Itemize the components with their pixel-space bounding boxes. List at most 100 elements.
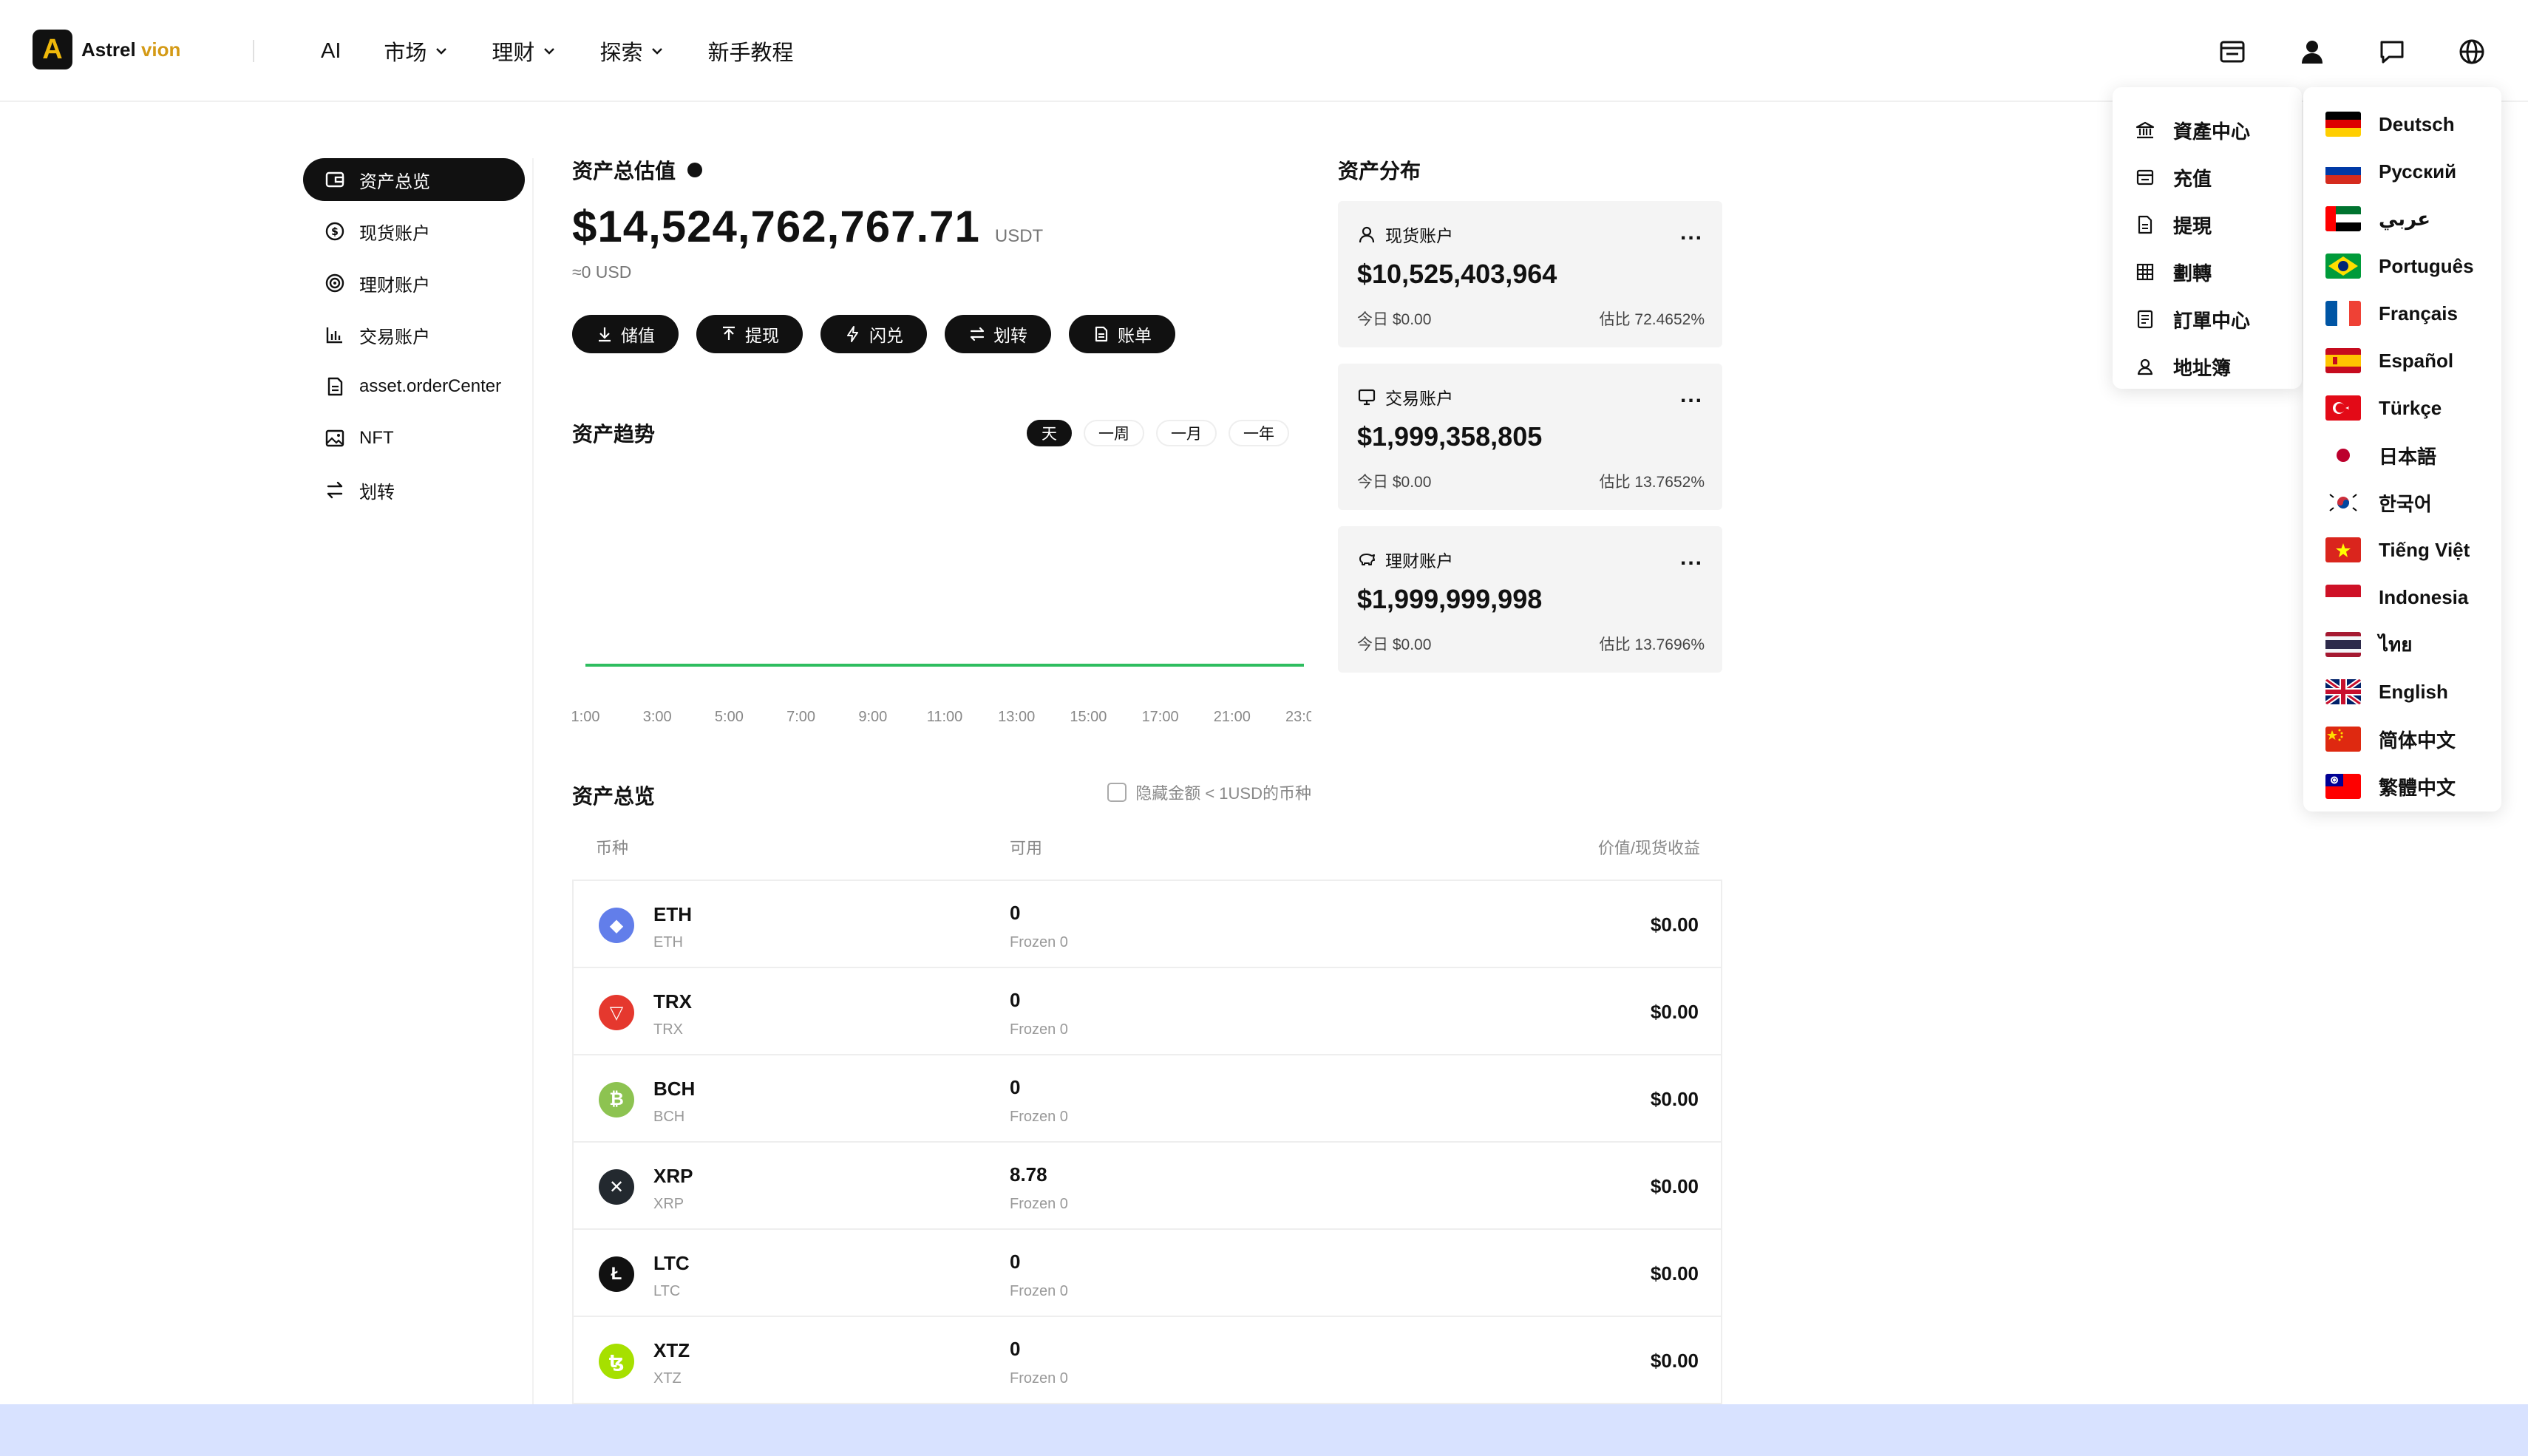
language-label: Türkçe: [2379, 396, 2442, 419]
finance-account-card[interactable]: 理财账户 ... $1,999,999,998 今日 $0.00 估比 13.7…: [1338, 526, 1722, 673]
hide-small-checkbox[interactable]: [1107, 783, 1127, 802]
sidebar-item-label: 现货账户: [359, 223, 430, 244]
chevron-down-icon: [544, 48, 555, 55]
language-option-ae[interactable]: عربي: [2303, 195, 2501, 242]
language-label: 简体中文: [2379, 729, 2456, 752]
more-options-button[interactable]: ...: [1680, 220, 1703, 245]
range-year-button[interactable]: 一年: [1229, 420, 1289, 446]
more-options-button[interactable]: ...: [1680, 383, 1703, 408]
language-option-id[interactable]: Indonesia: [2303, 574, 2501, 621]
range-month-button[interactable]: 一月: [1156, 420, 1217, 446]
message-icon[interactable]: [2373, 33, 2411, 71]
value-amount: $0.00: [1650, 1262, 1699, 1285]
language-option-tw[interactable]: 繁體中文: [2303, 763, 2501, 810]
table-row[interactable]: Ł LTC LTC 0 Frozen 0 $0.00: [574, 1230, 1721, 1317]
spot-account-card[interactable]: 现货账户 ... $10,525,403,964 今日 $0.00 估比 72.…: [1338, 201, 1722, 347]
user-icon[interactable]: [2293, 33, 2331, 71]
sidebar-item-spot[interactable]: $ 现货账户: [303, 210, 525, 253]
transfer-button[interactable]: 划转: [945, 315, 1051, 353]
main-nav: AI 市场 理财 探索 新手教程: [321, 35, 836, 67]
language-option-th[interactable]: ไทย: [2303, 621, 2501, 668]
sidebar-item-label: 理财账户: [359, 275, 430, 296]
table-row[interactable]: ▽ TRX TRX 0 Frozen 0 $0.00: [574, 968, 1721, 1055]
nav-market[interactable]: 市场: [384, 35, 449, 67]
nav-explore[interactable]: 探索: [599, 35, 665, 67]
withdraw-button[interactable]: 提现: [696, 315, 803, 353]
menu-label: 訂單中心: [2173, 309, 2251, 332]
nav-finance[interactable]: 理财: [492, 35, 557, 67]
flash-swap-label: 闪兑: [869, 326, 903, 345]
action-buttons: 储值 提现 闪兑 划转 账单: [572, 315, 1311, 353]
language-option-br[interactable]: Português: [2303, 242, 2501, 290]
coin-icon: ▽: [599, 995, 634, 1030]
table-row[interactable]: ✕ XRP XRP 8.78 Frozen 0 $0.00: [574, 1143, 1721, 1230]
language-label: ไทย: [2379, 633, 2413, 656]
visibility-toggle-icon[interactable]: [687, 163, 703, 177]
coin-icon: ◆: [599, 908, 634, 943]
globe-icon[interactable]: [2453, 33, 2491, 71]
sidebar-item-finance[interactable]: 理财账户: [303, 262, 525, 305]
language-option-fr[interactable]: Français: [2303, 290, 2501, 337]
value-amount: $0.00: [1650, 1001, 1699, 1023]
sidebar-item-overview[interactable]: 资产总览: [303, 158, 525, 201]
table-row[interactable]: ◆ ETH ETH 0 Frozen 0 $0.00: [574, 881, 1721, 968]
coin-symbol: XRP: [653, 1165, 693, 1187]
language-option-tr[interactable]: Türkçe: [2303, 384, 2501, 432]
nav-market-label: 市场: [384, 41, 427, 65]
x-tick-label: 21:00: [1214, 709, 1251, 725]
x-tick-label: 1:00: [572, 709, 599, 725]
sidebar-item-transfer[interactable]: 划转: [303, 469, 525, 511]
language-label: English: [2379, 680, 2448, 703]
menu-asset-center[interactable]: 資產中心: [2113, 106, 2302, 154]
hide-small-label: 隐藏金额 < 1USD的币种: [1135, 784, 1311, 803]
language-option-vn[interactable]: Tiếng Việt: [2303, 526, 2501, 574]
language-option-de[interactable]: Deutsch: [2303, 101, 2501, 148]
nav-tutorial[interactable]: 新手教程: [707, 35, 793, 67]
range-week-button[interactable]: 一周: [1084, 420, 1144, 446]
x-tick-label: 17:00: [1142, 709, 1179, 725]
language-option-cn[interactable]: 简体中文: [2303, 715, 2501, 763]
frozen-amount: Frozen 0: [1010, 1196, 1068, 1212]
list-icon: [2137, 310, 2153, 329]
menu-order-center[interactable]: 訂單中心: [2113, 296, 2302, 343]
cn-flag-icon: [2325, 727, 2361, 752]
language-option-kr[interactable]: 한국어: [2303, 479, 2501, 526]
hide-small-balances[interactable]: 隐藏金额 < 1USD的币种: [1107, 780, 1311, 804]
chevron-down-icon: [652, 48, 663, 55]
menu-withdraw[interactable]: 提現: [2113, 201, 2302, 248]
language-option-jp[interactable]: 日本語: [2303, 432, 2501, 479]
brand-name: Astrel vion: [81, 38, 180, 61]
more-options-button[interactable]: ...: [1680, 545, 1703, 571]
language-option-gb[interactable]: English: [2303, 668, 2501, 715]
distribution-title: 资产分布: [1338, 160, 1421, 183]
ru-flag-icon: [2325, 159, 2361, 184]
nav-explore-label: 探索: [599, 41, 643, 65]
language-option-ru[interactable]: Русский: [2303, 148, 2501, 195]
menu-address-book[interactable]: 地址簿: [2113, 343, 2302, 390]
sidebar-item-nft[interactable]: NFT: [303, 417, 525, 460]
wallet-icon[interactable]: [2213, 33, 2252, 71]
menu-deposit[interactable]: 充值: [2113, 154, 2302, 201]
bill-button[interactable]: 账单: [1069, 315, 1175, 353]
language-option-es[interactable]: Español: [2303, 337, 2501, 384]
table-row[interactable]: ₿ BCH BCH 0 Frozen 0 $0.00: [574, 1055, 1721, 1143]
nav-ai[interactable]: AI: [321, 39, 341, 64]
menu-transfer[interactable]: 劃轉: [2113, 248, 2302, 296]
card-today: 今日 $0.00: [1357, 474, 1432, 491]
sidebar-item-order-center[interactable]: asset.orderCenter: [303, 365, 525, 408]
table-row[interactable]: ꜩ XTZ XTZ 0 Frozen 0 $0.00: [574, 1317, 1721, 1404]
sidebar-item-trade[interactable]: 交易账户: [303, 313, 525, 356]
range-day-button[interactable]: 天: [1027, 420, 1072, 446]
available-amount: 0: [1010, 989, 1021, 1011]
deposit-button[interactable]: 储值: [572, 315, 679, 353]
card-amount: $1,999,358,805: [1357, 421, 1543, 452]
column-coin: 币种: [596, 839, 629, 857]
trade-account-card[interactable]: 交易账户 ... $1,999,358,805 今日 $0.00 估比 13.7…: [1338, 364, 1722, 510]
menu-label: 資產中心: [2173, 120, 2251, 143]
brand-logo[interactable]: A Astrel vion: [33, 30, 180, 69]
bar-chart-icon: [326, 327, 342, 344]
asset-distribution: 资产分布 现货账户 ... $10,525,403,964 今日 $0.00 估…: [1338, 155, 1722, 673]
x-tick-label: 11:00: [927, 709, 963, 725]
flash-swap-button[interactable]: 闪兑: [820, 315, 927, 353]
x-tick-label: 23:00: [1285, 709, 1311, 725]
